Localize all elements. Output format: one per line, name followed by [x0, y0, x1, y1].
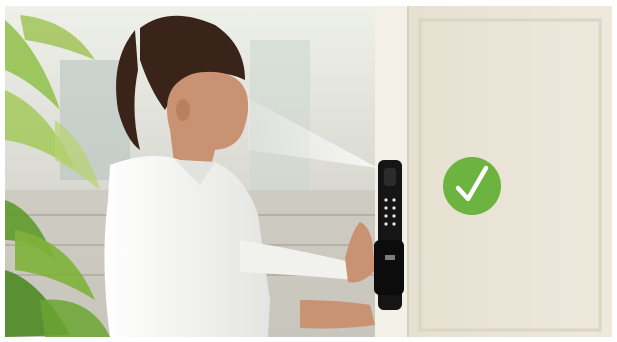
door-panel: [408, 6, 612, 337]
smart-lock-icon: [374, 160, 404, 310]
hand-lower: [300, 300, 375, 329]
scene-illustration: [0, 0, 617, 342]
verified-badge: [443, 157, 501, 215]
checkmark-icon: [443, 157, 501, 215]
smart-lock-camera: [384, 168, 396, 186]
smart-lock-handle: [374, 240, 404, 295]
smart-lock-photo-scene: [0, 0, 617, 342]
